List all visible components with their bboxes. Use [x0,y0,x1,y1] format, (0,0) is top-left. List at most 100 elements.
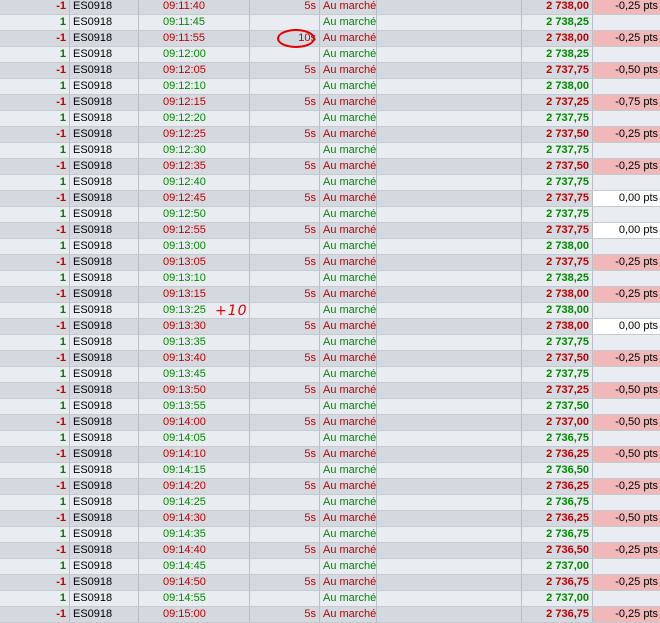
symbol-cell: ES0918 [69,254,139,271]
time-cell: 09:13:40 [138,350,250,367]
duration-cell [249,398,320,415]
table-row[interactable]: -1 ES0918 09:13:50 5s Au marché 2 737,25 -0,50… [0,382,660,399]
table-row[interactable]: 1 ES0918 09:12:50 Au marché 2 737,75 [0,206,660,223]
symbol-cell: ES0918 [69,542,139,559]
spacer-cell [376,366,522,383]
symbol-cell: ES0918 [69,286,139,303]
delta-cell: -0,25 pts [592,350,660,367]
table-row[interactable]: -1 ES0918 09:14:00 5s Au marché 2 737,00 -0,50… [0,414,660,431]
time-cell: 09:14:55 [138,590,250,607]
order-type-cell: Au marché [319,142,377,159]
qty-cell: -1 [0,0,70,15]
price-cell: 2 736,50 [521,542,593,559]
delta-cell [592,110,660,127]
price-cell: 2 737,75 [521,62,593,79]
table-row[interactable]: 1 ES0918 09:14:35 Au marché 2 736,75 [0,526,660,543]
price-cell: 2 738,25 [521,270,593,287]
order-type-cell: Au marché [319,78,377,95]
table-row[interactable]: 1 ES0918 09:14:05 Au marché 2 736,75 [0,430,660,447]
table-row[interactable]: 1 ES0918 09:13:45 Au marché 2 737,75 [0,366,660,383]
price-cell: 2 737,00 [521,590,593,607]
duration-cell: 5s [249,350,320,367]
price-cell: 2 736,75 [521,494,593,511]
price-cell: 2 737,50 [521,158,593,175]
table-row[interactable]: 1 ES0918 09:13:25 Au marché 2 738,00 [0,302,660,319]
duration-cell: 5s [249,222,320,239]
delta-cell: 0,00 pts [592,190,660,207]
table-row[interactable]: -1 ES0918 09:12:25 5s Au marché 2 737,50 -0,25… [0,126,660,143]
price-cell: 2 737,25 [521,382,593,399]
qty-cell: -1 [0,446,70,463]
order-type-cell: Au marché [319,350,377,367]
spacer-cell [376,14,522,31]
qty-cell: 1 [0,142,70,159]
duration-cell: 5s [249,190,320,207]
table-row[interactable]: -1 ES0918 09:12:05 5s Au marché 2 737,75 -0,50… [0,62,660,79]
qty-cell: 1 [0,590,70,607]
order-type-cell: Au marché [319,462,377,479]
table-row[interactable]: -1 ES0918 09:15:00 5s Au marché 2 736,75 -0,25… [0,606,660,623]
price-cell: 2 738,00 [521,238,593,255]
delta-cell: -0,25 pts [592,542,660,559]
spacer-cell [376,430,522,447]
table-row[interactable]: 1 ES0918 09:13:35 Au marché 2 737,75 [0,334,660,351]
table-row[interactable]: -1 ES0918 09:14:20 5s Au marché 2 736,25 -0,25… [0,478,660,495]
delta-cell [592,206,660,223]
qty-cell: -1 [0,126,70,143]
symbol-cell: ES0918 [69,0,139,15]
duration-cell [249,174,320,191]
table-row[interactable]: -1 ES0918 09:14:50 5s Au marché 2 736,75 -0,25… [0,574,660,591]
price-cell: 2 736,25 [521,478,593,495]
table-row[interactable]: -1 ES0918 09:13:30 5s Au marché 2 738,00 0,00 … [0,318,660,335]
orders-grid-body: -1 ES0918 09:11:40 5s Au marché 2 738,00 -0,25… [0,0,660,623]
table-row[interactable]: 1 ES0918 09:12:40 Au marché 2 737,75 [0,174,660,191]
table-row[interactable]: -1 ES0918 09:13:05 5s Au marché 2 737,75 -0,25… [0,254,660,271]
table-row[interactable]: 1 ES0918 09:14:15 Au marché 2 736,50 [0,462,660,479]
symbol-cell: ES0918 [69,142,139,159]
price-cell: 2 736,25 [521,510,593,527]
table-row[interactable]: -1 ES0918 09:11:55 10s Au marché 2 738,00 -0,2… [0,30,660,47]
qty-cell: -1 [0,606,70,623]
table-row[interactable]: -1 ES0918 09:13:15 5s Au marché 2 738,00 -0,25… [0,286,660,303]
table-row[interactable]: 1 ES0918 09:13:55 Au marché 2 737,50 [0,398,660,415]
table-row[interactable]: -1 ES0918 09:14:40 5s Au marché 2 736,50 -0,25… [0,542,660,559]
order-type-cell: Au marché [319,158,377,175]
delta-cell [592,462,660,479]
price-cell: 2 736,50 [521,462,593,479]
table-row[interactable]: 1 ES0918 09:13:10 Au marché 2 738,25 [0,270,660,287]
time-cell: 09:13:50 [138,382,250,399]
table-row[interactable]: 1 ES0918 09:12:00 Au marché 2 738,25 [0,46,660,63]
spacer-cell [376,382,522,399]
order-type-cell: Au marché [319,414,377,431]
table-row[interactable]: 1 ES0918 09:13:00 Au marché 2 738,00 [0,238,660,255]
table-row[interactable]: -1 ES0918 09:12:45 5s Au marché 2 737,75 0,00 … [0,190,660,207]
delta-cell [592,494,660,511]
table-row[interactable]: -1 ES0918 09:11:40 5s Au marché 2 738,00 -0,25… [0,0,660,15]
time-cell: 09:12:40 [138,174,250,191]
table-row[interactable]: 1 ES0918 09:12:10 Au marché 2 738,00 [0,78,660,95]
qty-cell: 1 [0,494,70,511]
table-row[interactable]: -1 ES0918 09:12:15 5s Au marché 2 737,25 -0,75… [0,94,660,111]
symbol-cell: ES0918 [69,190,139,207]
duration-cell: 5s [249,574,320,591]
time-cell: 09:12:50 [138,206,250,223]
time-cell: 09:14:35 [138,526,250,543]
spacer-cell [376,46,522,63]
table-row[interactable]: -1 ES0918 09:13:40 5s Au marché 2 737,50 -0,25… [0,350,660,367]
table-row[interactable]: -1 ES0918 09:12:55 5s Au marché 2 737,75 0,00 … [0,222,660,239]
table-row[interactable]: 1 ES0918 09:12:30 Au marché 2 737,75 [0,142,660,159]
table-row[interactable]: -1 ES0918 09:14:30 5s Au marché 2 736,25 -0,50… [0,510,660,527]
symbol-cell: ES0918 [69,238,139,255]
spacer-cell [376,334,522,351]
table-row[interactable]: 1 ES0918 09:14:55 Au marché 2 737,00 [0,590,660,607]
time-cell: 09:13:30 [138,318,250,335]
spacer-cell [376,414,522,431]
table-row[interactable]: 1 ES0918 09:14:45 Au marché 2 737,00 [0,558,660,575]
duration-cell: 5s [249,0,320,15]
table-row[interactable]: -1 ES0918 09:14:10 5s Au marché 2 736,25 -0,50… [0,446,660,463]
table-row[interactable]: 1 ES0918 09:14:25 Au marché 2 736,75 [0,494,660,511]
table-row[interactable]: 1 ES0918 09:11:45 Au marché 2 738,25 [0,14,660,31]
time-cell: 09:14:25 [138,494,250,511]
table-row[interactable]: -1 ES0918 09:12:35 5s Au marché 2 737,50 -0,25… [0,158,660,175]
table-row[interactable]: 1 ES0918 09:12:20 Au marché 2 737,75 [0,110,660,127]
